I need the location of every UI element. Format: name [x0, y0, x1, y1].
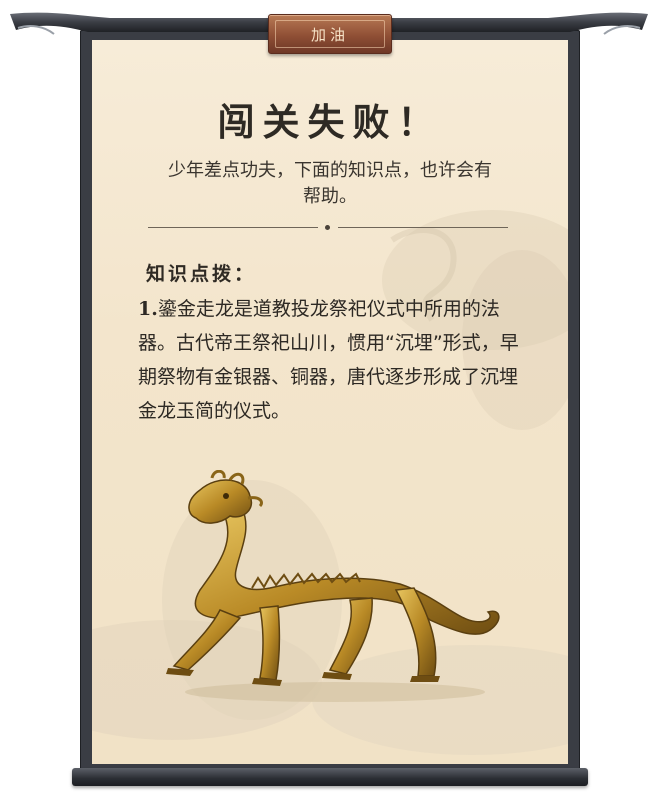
knowledge-item-text: 鎏金走龙是道教投龙祭祀仪式中所用的法器。古代帝王祭祀山川，惯用“沉埋”形式，早期…: [138, 298, 519, 422]
failure-scroll-dialog: 加油 闯关失败！ 少年差点功夫，下面的知识点，也许会有帮助。 知识点拨： 1.鎏…: [0, 0, 658, 796]
divider-line-right: [338, 227, 508, 228]
divider-line-left: [148, 227, 318, 228]
result-title-exclamation: ！: [397, 100, 443, 144]
badge-label: 加油: [310, 25, 349, 44]
section-divider: [148, 225, 508, 231]
result-title-text: 闯关失败: [217, 100, 398, 144]
encourage-badge: 加油: [268, 14, 392, 54]
knowledge-heading: 知识点拨：: [146, 263, 257, 285]
result-message: 少年差点功夫，下面的知识点，也许会有帮助。: [168, 160, 492, 207]
knowledge-item-number: 1.: [138, 298, 158, 320]
scroll-bottom-roller: [72, 768, 588, 786]
knowledge-item: 1.鎏金走龙是道教投龙祭祀仪式中所用的法器。古代帝王祭祀山川，惯用“沉埋”形式，…: [138, 292, 520, 428]
gilded-dragon-image: [166, 470, 500, 702]
divider-dot: [325, 225, 330, 230]
result-title: 闯关失败！: [92, 92, 568, 146]
